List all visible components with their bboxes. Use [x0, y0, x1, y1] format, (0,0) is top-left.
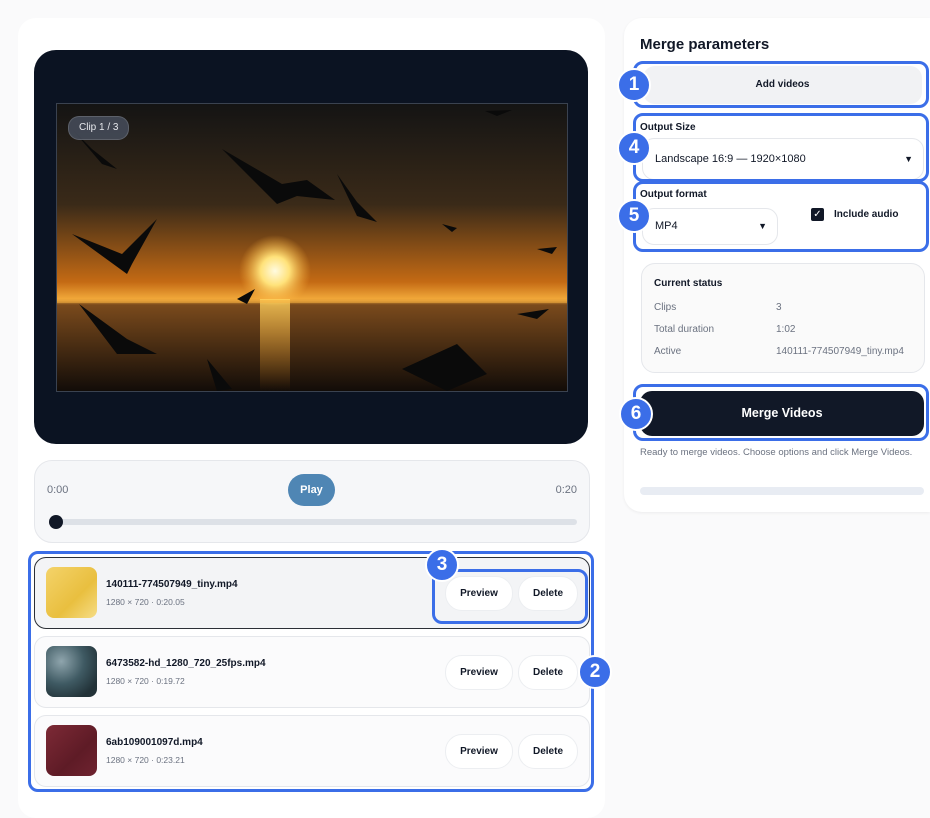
- duration-value: 1:02: [776, 324, 796, 335]
- active-label: Active: [654, 346, 682, 357]
- highlight-box: [432, 569, 588, 624]
- clip-badge: Clip 1 / 3: [68, 116, 130, 140]
- highlight-box: [633, 384, 929, 441]
- seek-handle[interactable]: [49, 515, 63, 529]
- total-time: 0:20: [555, 484, 577, 496]
- highlight-box: [633, 61, 929, 108]
- highlight-box: [633, 181, 929, 252]
- seek-bar[interactable]: [50, 519, 577, 525]
- active-value: 140111-774507949_tiny.mp4: [776, 346, 904, 357]
- annotation-badge: 2: [578, 655, 612, 689]
- sunset-birds-frame: [57, 104, 567, 391]
- current-time: 0:00: [47, 484, 69, 496]
- playback-controls: 0:00 0:20 Play: [34, 460, 590, 543]
- clips-value: 3: [776, 302, 782, 313]
- video-preview[interactable]: [56, 103, 568, 392]
- annotation-badge: 3: [425, 548, 459, 582]
- highlight-box: [633, 113, 929, 182]
- annotation-badge: 5: [617, 199, 651, 233]
- play-button[interactable]: Play: [288, 474, 335, 506]
- panel-title: Merge parameters: [640, 36, 770, 53]
- help-text: Ready to merge videos. Choose options an…: [640, 447, 913, 458]
- clips-label: Clips: [654, 302, 677, 313]
- status-title: Current status: [654, 278, 723, 289]
- annotation-badge: 1: [617, 68, 651, 102]
- duration-label: Total duration: [654, 324, 715, 335]
- annotation-badge: 6: [619, 397, 653, 431]
- annotation-badge: 4: [617, 131, 651, 165]
- status-card: Current status Clips 3 Total duration 1:…: [641, 263, 925, 373]
- merge-progress-bar: [640, 487, 924, 495]
